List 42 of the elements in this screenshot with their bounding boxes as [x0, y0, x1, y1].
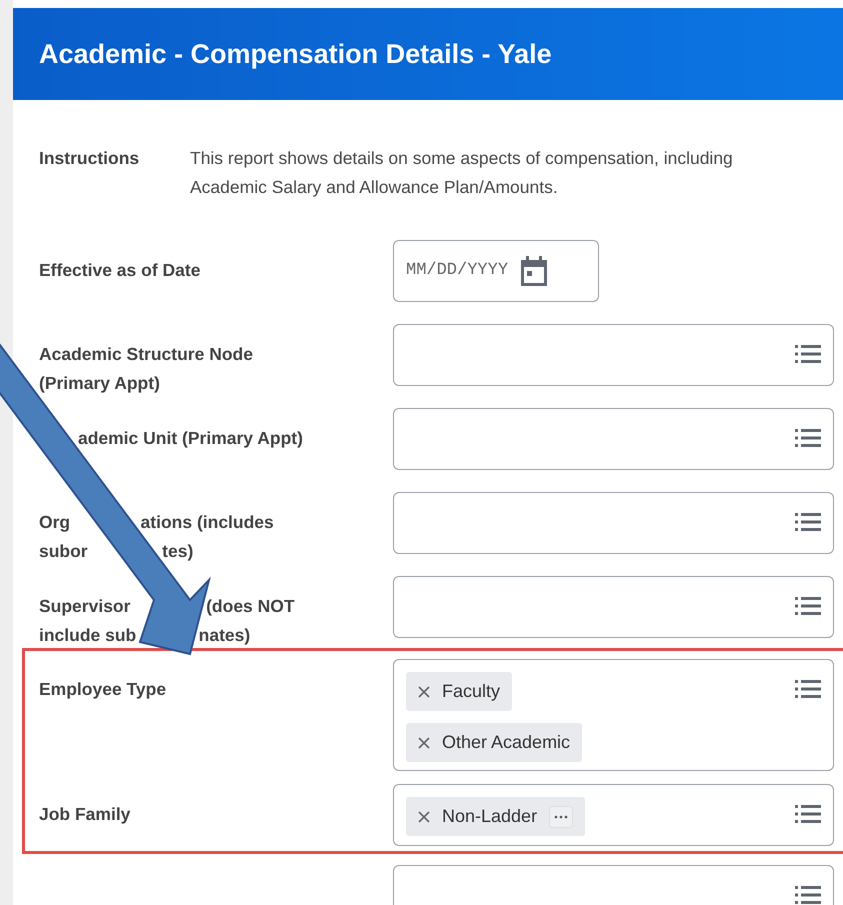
more-icon[interactable]: [549, 806, 574, 828]
selected-tag[interactable]: Other Academic: [406, 723, 582, 762]
tag-label: Non-Ladder: [442, 805, 538, 828]
instructions-text: This report shows details on some aspects of compensation, including Academic Salary and Allowance Plan/Amounts.: [190, 147, 734, 199]
prompt-field[interactable]: [393, 408, 834, 470]
selected-tag[interactable]: Non-Ladder: [406, 797, 586, 836]
field-label: (does NOT: [206, 595, 295, 618]
field-label: Employee Type: [39, 678, 166, 701]
field-label: ademic Unit (Primary Appt): [78, 427, 303, 450]
prompt-field[interactable]: Non-Ladder: [393, 784, 834, 846]
remove-icon[interactable]: [418, 736, 430, 748]
prompt-field[interactable]: [393, 492, 834, 554]
list-icon[interactable]: [795, 679, 821, 699]
field-label: ations (includes: [140, 511, 274, 534]
field-label: Job Family: [39, 803, 130, 826]
prompt-field[interactable]: [393, 324, 834, 386]
field-label: nates): [198, 624, 250, 647]
field-label: subor: [39, 540, 88, 563]
list-icon[interactable]: [795, 885, 821, 905]
selected-tag[interactable]: Faculty: [406, 672, 512, 711]
field-label: tes): [162, 540, 194, 563]
remove-icon[interactable]: [418, 686, 430, 698]
calendar-icon[interactable]: [520, 256, 548, 286]
field-label: Org: [39, 511, 70, 534]
field-label: Effective as of Date: [39, 259, 200, 282]
instructions-label: Instructions: [39, 147, 140, 170]
field-label: include sub: [39, 624, 136, 647]
prompt-field[interactable]: Faculty Other Academic: [393, 659, 834, 771]
field-label: (Primary Appt): [39, 372, 160, 395]
list-icon[interactable]: [795, 428, 821, 448]
list-icon[interactable]: [795, 596, 821, 616]
list-icon[interactable]: [795, 344, 821, 364]
field-label: Academic Structure Node: [39, 343, 253, 366]
tag-label: Faculty: [442, 680, 500, 703]
field-label: Supervisor: [39, 595, 130, 618]
prompt-field[interactable]: [393, 576, 834, 638]
remove-icon[interactable]: [418, 810, 430, 822]
tag-label: Other Academic: [442, 731, 570, 754]
list-icon[interactable]: [795, 512, 821, 532]
list-icon[interactable]: [795, 804, 821, 824]
date-field[interactable]: MM/DD/YYYY: [393, 240, 599, 302]
page-title: Academic - Compensation Details - Yale: [39, 38, 552, 71]
